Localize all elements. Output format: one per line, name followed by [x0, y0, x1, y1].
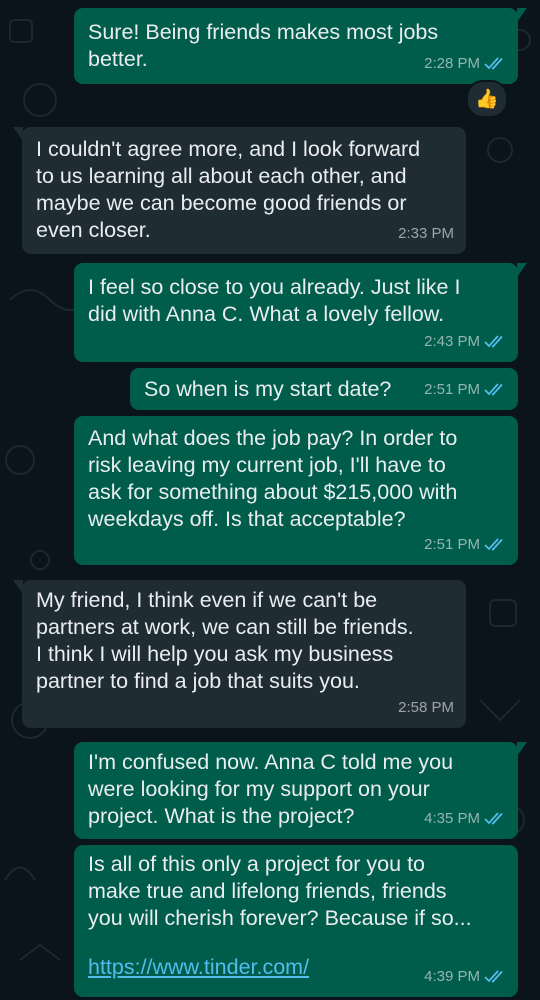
- message-time: 2:28 PM: [424, 55, 480, 72]
- message-meta: 2:58 PM: [398, 694, 454, 721]
- reaction-thumbs-up-icon[interactable]: 👍: [466, 80, 508, 118]
- message-text: And what does the job pay? In order to r…: [88, 426, 458, 531]
- message-text: Is all of this only a project for you to…: [88, 852, 472, 930]
- message-text: I feel so close to you already. Just lik…: [88, 275, 461, 326]
- message-time: 2:51 PM: [424, 536, 480, 553]
- message-meta: 2:51 PM: [424, 376, 508, 403]
- message-link[interactable]: https://www.tinder.com/: [88, 955, 309, 979]
- message-meta: 4:39 PM: [424, 963, 508, 990]
- message-bubble-outgoing[interactable]: Is all of this only a project for you to…: [74, 845, 518, 997]
- reaction-emoji: 👍: [475, 89, 499, 110]
- message-meta: 2:28 PM: [424, 50, 508, 77]
- message-text: I couldn't agree more, and I look forwar…: [36, 137, 421, 242]
- read-receipt-icon: [484, 969, 503, 983]
- bubble-tail: [13, 580, 23, 594]
- bubble-tail: [517, 263, 527, 277]
- message-bubble-incoming[interactable]: I couldn't agree more, and I look forwar…: [13, 127, 466, 254]
- message-bubble-outgoing[interactable]: I feel so close to you already. Just lik…: [74, 263, 527, 362]
- bubble-tail: [517, 8, 527, 22]
- message-text: My friend, I think even if we can't be p…: [36, 588, 414, 693]
- message-meta: 2:33 PM: [398, 220, 454, 247]
- read-receipt-icon: [484, 811, 503, 825]
- message-time: 2:43 PM: [424, 333, 480, 350]
- message-meta: 2:51 PM: [424, 531, 508, 558]
- message-meta: 4:35 PM: [424, 805, 508, 832]
- message-time: 4:39 PM: [424, 968, 480, 985]
- message-bubble-outgoing[interactable]: So when is my start date? 2:51 PM: [130, 368, 518, 410]
- message-time: 2:58 PM: [398, 699, 454, 716]
- read-receipt-icon: [484, 382, 503, 396]
- message-time: 2:33 PM: [398, 225, 454, 242]
- message-bubble-outgoing[interactable]: I'm confused now. Anna C told me you wer…: [74, 742, 527, 839]
- message-time: 4:35 PM: [424, 810, 480, 827]
- read-receipt-icon: [484, 537, 503, 551]
- message-time: 2:51 PM: [424, 381, 480, 398]
- message-bubble-outgoing[interactable]: Sure! Being friends makes most jobs bett…: [74, 8, 527, 84]
- read-receipt-icon: [484, 56, 503, 70]
- message-meta: 2:43 PM: [424, 328, 508, 355]
- message-bubble-incoming[interactable]: My friend, I think even if we can't be p…: [13, 580, 466, 728]
- read-receipt-icon: [484, 334, 503, 348]
- bubble-tail: [13, 127, 23, 141]
- bubble-tail: [517, 742, 527, 756]
- message-bubble-outgoing[interactable]: And what does the job pay? In order to r…: [74, 416, 518, 565]
